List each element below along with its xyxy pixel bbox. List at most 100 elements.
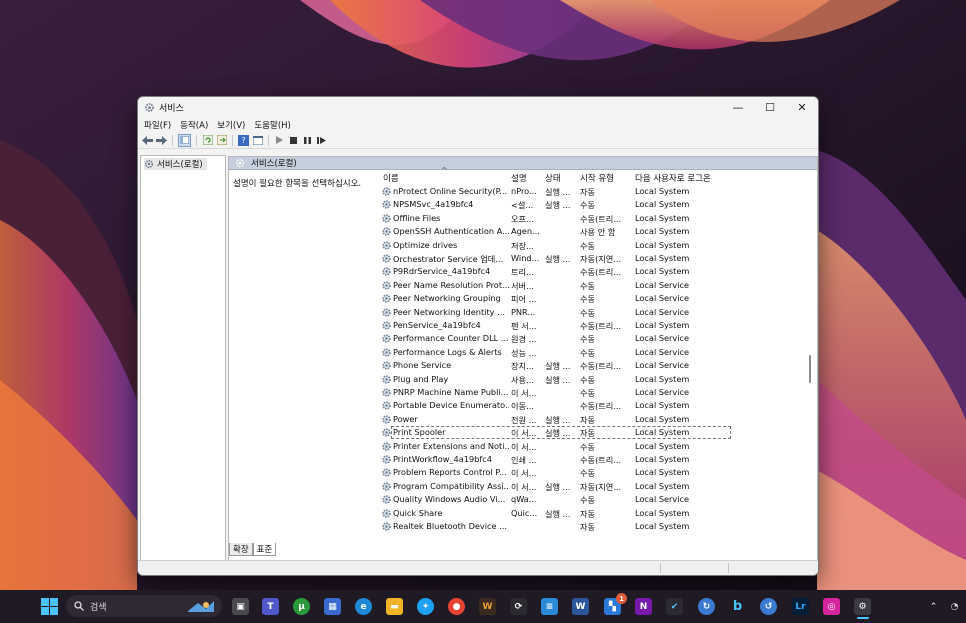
refresh-icon[interactable]: [202, 135, 213, 146]
service-name: nProtect Online Security(P...: [393, 186, 508, 196]
service-name: PNRP Machine Name Publi...: [393, 387, 509, 397]
teams-icon[interactable]: T: [262, 598, 279, 615]
lightroom-icon[interactable]: Lr: [792, 598, 809, 615]
file-explorer-icon[interactable]: ▬: [386, 598, 403, 615]
service-row[interactable]: Phone Service 장치... 실행 ... 수동(트리... Local Se…: [379, 359, 734, 372]
bing-icon[interactable]: b: [729, 598, 746, 615]
service-row[interactable]: Plug and Play 사용... 실행 ... 수동 Local System: [379, 373, 734, 386]
service-row[interactable]: Problem Reports Control P... 이 서... 수동 Loca…: [379, 466, 734, 479]
tab-standard[interactable]: 표준: [252, 543, 277, 556]
twitter-icon[interactable]: ✦: [417, 598, 434, 615]
service-row[interactable]: Quick Share Quic... 실행 ... 자동 Local System: [379, 507, 734, 520]
service-gear-icon: [381, 427, 392, 438]
service-startup-type: 수동: [580, 468, 596, 479]
service-row[interactable]: Performance Counter DLL ... 원경 ... 수동 Local…: [379, 332, 734, 345]
service-row[interactable]: Optimize drives 저장... 수동 Local System: [379, 239, 734, 252]
vertical-scrollbar[interactable]: [805, 169, 815, 545]
service-gear-icon: [381, 240, 392, 251]
service-gear-icon: [381, 360, 392, 371]
service-row[interactable]: Quality Windows Audio Vi... qWa... 수동 Local…: [379, 493, 734, 506]
service-name: Realtek Bluetooth Device ...: [393, 521, 508, 531]
word-icon[interactable]: W: [572, 598, 589, 615]
service-startup-type: 수동: [580, 240, 596, 251]
forward-arrow-icon[interactable]: [156, 135, 167, 146]
service-status: 실행 ...: [545, 200, 571, 211]
menu-action[interactable]: 동작(A): [180, 119, 208, 131]
column-header-startup-type[interactable]: 시작 유형: [580, 172, 614, 184]
properties-icon[interactable]: [252, 135, 263, 146]
pause-service-icon[interactable]: [302, 135, 313, 146]
service-status: 실행 ...: [545, 374, 571, 385]
service-description: 이동...: [511, 401, 534, 412]
title-bar[interactable]: 서비스 — ☐ ✕: [138, 97, 818, 118]
tree-node-services-local[interactable]: 서비스(로컬): [144, 158, 207, 170]
onenote-icon[interactable]: N: [635, 598, 652, 615]
back-arrow-icon[interactable]: [142, 135, 153, 146]
microsoft-store-icon[interactable]: ▦: [324, 598, 341, 615]
service-row[interactable]: NPSMSvc_4a19bfc4 <설... 실행 ... 수동 Local Syste…: [379, 198, 734, 211]
instagram-icon[interactable]: ◎: [823, 598, 840, 615]
toolbar-separator: [268, 134, 269, 146]
minimize-button[interactable]: —: [722, 97, 754, 118]
wifi-icon[interactable]: ◔: [946, 598, 963, 615]
service-startup-type: 수동(트리...: [580, 401, 622, 412]
service-row[interactable]: Power 전원 ... 실행 ... 자동 Local System: [379, 413, 734, 426]
winamp-icon[interactable]: W: [479, 598, 496, 615]
maximize-button[interactable]: ☐: [754, 97, 786, 118]
service-row[interactable]: Print Spooler 이 서... 실행 ... 자동 Local System: [382, 426, 731, 440]
service-row[interactable]: Peer Name Resolution Prot... 서버... 수동 Local…: [379, 279, 734, 292]
service-row[interactable]: nProtect Online Security(P... nPro... 실행 .…: [379, 185, 734, 198]
service-row[interactable]: Portable Device Enumerato... 이동... 수동(트리..…: [379, 399, 734, 412]
start-windows-icon[interactable]: [41, 598, 58, 615]
menu-view[interactable]: 보기(V): [217, 119, 245, 131]
sync-app-icon[interactable]: ↻: [698, 598, 715, 615]
column-header-description[interactable]: 설명: [511, 172, 527, 184]
toolbar-separator: [172, 134, 173, 146]
service-description: PNR...: [511, 306, 536, 317]
service-row[interactable]: Program Compatibility Assi... 이 서... 실행 ..…: [379, 480, 734, 493]
close-button[interactable]: ✕: [786, 97, 818, 118]
service-status: 실행 ...: [545, 414, 571, 425]
tab-extended[interactable]: 확장: [229, 543, 253, 556]
service-row[interactable]: Peer Networking Grouping 피어 ... 수동 Local Se…: [379, 292, 734, 305]
service-row[interactable]: PrintWorkflow_4a19bfc4 인쇄 ... 수동(트리... Loca…: [379, 453, 734, 466]
chevron-up-icon[interactable]: ⌃: [925, 598, 942, 615]
column-header-name[interactable]: 이름: [383, 172, 399, 184]
service-row[interactable]: Performance Logs & Alerts 성능 ... 수동 Local S…: [379, 346, 734, 359]
service-row[interactable]: Peer Networking Identity ... PNR... 수동 Loca…: [379, 306, 734, 319]
todo-icon[interactable]: ✔: [666, 598, 683, 615]
export-list-icon[interactable]: [216, 135, 227, 146]
notepad-icon[interactable]: ≡: [541, 598, 558, 615]
utorrent-icon[interactable]: µ: [293, 598, 310, 615]
service-description: 이 서...: [511, 481, 537, 492]
column-header-log-on-as[interactable]: 다음 사용자로 로그온: [635, 172, 711, 184]
services-gear-icon: [144, 102, 155, 113]
start-service-icon[interactable]: [274, 135, 285, 146]
service-row[interactable]: OpenSSH Authentication A... Agen... 사용 안 함…: [379, 225, 734, 238]
remote-app-icon[interactable]: ↺: [760, 598, 777, 615]
service-row[interactable]: Offline Files 오프... 수동(트리... Local System: [379, 212, 734, 225]
restart-service-icon[interactable]: [316, 135, 327, 146]
chrome-icon[interactable]: ●: [448, 598, 465, 615]
task-view-icon[interactable]: ▣: [232, 598, 249, 615]
service-row[interactable]: PNRP Machine Name Publi... 이 서... 수동 Local …: [379, 386, 734, 399]
stop-service-icon[interactable]: [288, 135, 299, 146]
service-description: 사용...: [511, 374, 534, 385]
service-row[interactable]: Realtek Bluetooth Device ... 자동 Local Syst…: [379, 520, 734, 533]
service-row[interactable]: Printer Extensions and Noti... 이 서... 수동 Lo…: [379, 440, 734, 453]
help-icon[interactable]: ?: [238, 134, 249, 146]
edge-icon[interactable]: e: [355, 598, 372, 615]
column-header-status[interactable]: 상태: [545, 172, 561, 184]
show-hide-tree-icon[interactable]: [178, 133, 191, 147]
settings-sync-icon[interactable]: ⟳: [510, 598, 527, 615]
service-row[interactable]: PenService_4a19bfc4 펜 서... 수동(트리... Local S…: [379, 319, 734, 332]
service-row[interactable]: P9RdrService_4a19bfc4 트리... 수동(트리... Local …: [379, 265, 734, 278]
service-row[interactable]: Orchestrator Service 업데... Wind... 실행 ... 자…: [379, 252, 734, 265]
menu-file[interactable]: 파일(F): [144, 119, 171, 131]
services-taskbar-icon[interactable]: ⚙: [854, 598, 871, 615]
taskbar-search-box[interactable]: 검색: [66, 595, 222, 617]
menu-help[interactable]: 도움말(H): [254, 119, 290, 131]
service-log-on-as: Local System: [635, 454, 690, 464]
service-log-on-as: Local System: [635, 467, 690, 478]
scrollbar-thumb[interactable]: [809, 355, 811, 383]
